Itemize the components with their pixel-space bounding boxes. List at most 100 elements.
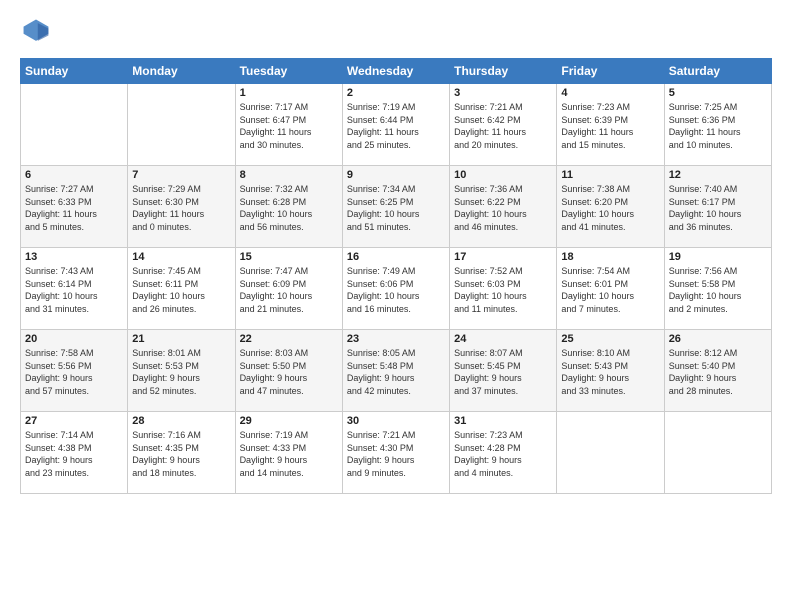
day-info: Sunrise: 8:03 AM Sunset: 5:50 PM Dayligh…	[240, 347, 338, 397]
day-number: 15	[240, 251, 338, 263]
day-number: 19	[669, 251, 767, 263]
calendar-cell: 13 Sunrise: 7:43 AM Sunset: 6:14 PM Dayli…	[21, 248, 128, 330]
calendar-table: SundayMondayTuesdayWednesdayThursdayFrid…	[20, 58, 772, 494]
day-number: 4	[561, 87, 659, 99]
weekday-header-tuesday: Tuesday	[235, 59, 342, 84]
day-number: 12	[669, 169, 767, 181]
calendar-cell: 16Sunrise: 7:49 AM Sunset: 6:06 PM Dayli…	[342, 248, 449, 330]
header	[20, 16, 772, 48]
weekday-header-thursday: Thursday	[450, 59, 557, 84]
day-info: Sunrise: 7:40 AM Sunset: 6:17 PM Dayligh…	[669, 183, 767, 233]
calendar-cell: 5 Sunrise: 7:25 AM Sunset: 6:36 PM Daylig…	[664, 84, 771, 166]
calendar-cell: 27 Sunrise: 7:14 AM Sunset: 4:38 PM Dayli…	[21, 412, 128, 494]
calendar-cell: 2 Sunrise: 7:19 AM Sunset: 6:44 PM Daylig…	[342, 84, 449, 166]
day-number: 16	[347, 251, 445, 263]
day-info: Sunrise: 7:25 AM Sunset: 6:36 PM Dayligh…	[669, 101, 767, 151]
day-info: Sunrise: 7:36 AM Sunset: 6:22 PM Dayligh…	[454, 183, 552, 233]
day-info: Sunrise: 7:56 AM Sunset: 5:58 PM Dayligh…	[669, 265, 767, 315]
day-number: 21	[132, 333, 230, 345]
calendar-week-1: 1 Sunrise: 7:17 AM Sunset: 6:47 PM Daylig…	[21, 84, 772, 166]
calendar-cell: 11Sunrise: 7:38 AM Sunset: 6:20 PM Dayli…	[557, 166, 664, 248]
day-number: 24	[454, 333, 552, 345]
calendar-cell: 12 Sunrise: 7:40 AM Sunset: 6:17 PM Dayli…	[664, 166, 771, 248]
calendar-cell: 20Sunrise: 7:58 AM Sunset: 5:56 PM Dayli…	[21, 330, 128, 412]
calendar-cell	[128, 84, 235, 166]
calendar-cell: 21 Sunrise: 8:01 AM Sunset: 5:53 PM Dayli…	[128, 330, 235, 412]
day-number: 18	[561, 251, 659, 263]
day-info: Sunrise: 7:47 AM Sunset: 6:09 PM Dayligh…	[240, 265, 338, 315]
day-info: Sunrise: 7:45 AM Sunset: 6:11 PM Dayligh…	[132, 265, 230, 315]
day-info: Sunrise: 8:01 AM Sunset: 5:53 PM Dayligh…	[132, 347, 230, 397]
day-number: 26	[669, 333, 767, 345]
weekday-header-saturday: Saturday	[664, 59, 771, 84]
calendar-cell: 24 Sunrise: 8:07 AM Sunset: 5:45 PM Dayli…	[450, 330, 557, 412]
day-info: Sunrise: 7:23 AM Sunset: 6:39 PM Dayligh…	[561, 101, 659, 151]
logo	[20, 16, 56, 48]
day-info: Sunrise: 8:12 AM Sunset: 5:40 PM Dayligh…	[669, 347, 767, 397]
day-number: 8	[240, 169, 338, 181]
day-info: Sunrise: 7:14 AM Sunset: 4:38 PM Dayligh…	[25, 429, 123, 479]
day-number: 2	[347, 87, 445, 99]
day-number: 20	[25, 333, 123, 345]
day-number: 3	[454, 87, 552, 99]
day-number: 11	[561, 169, 659, 181]
day-info: Sunrise: 7:19 AM Sunset: 4:33 PM Dayligh…	[240, 429, 338, 479]
calendar-cell: 31Sunrise: 7:23 AM Sunset: 4:28 PM Dayli…	[450, 412, 557, 494]
day-number: 30	[347, 415, 445, 427]
day-number: 13	[25, 251, 123, 263]
logo-icon	[20, 16, 52, 48]
day-info: Sunrise: 7:52 AM Sunset: 6:03 PM Dayligh…	[454, 265, 552, 315]
calendar-cell: 7Sunrise: 7:29 AM Sunset: 6:30 PM Daylig…	[128, 166, 235, 248]
calendar-cell: 4 Sunrise: 7:23 AM Sunset: 6:39 PM Daylig…	[557, 84, 664, 166]
weekday-header-friday: Friday	[557, 59, 664, 84]
calendar-cell: 22 Sunrise: 8:03 AM Sunset: 5:50 PM Dayli…	[235, 330, 342, 412]
calendar-cell: 19 Sunrise: 7:56 AM Sunset: 5:58 PM Dayli…	[664, 248, 771, 330]
day-number: 28	[132, 415, 230, 427]
calendar-header-row: SundayMondayTuesdayWednesdayThursdayFrid…	[21, 59, 772, 84]
day-number: 1	[240, 87, 338, 99]
day-number: 9	[347, 169, 445, 181]
day-number: 25	[561, 333, 659, 345]
day-info: Sunrise: 7:54 AM Sunset: 6:01 PM Dayligh…	[561, 265, 659, 315]
calendar-cell	[664, 412, 771, 494]
calendar-cell: 14 Sunrise: 7:45 AM Sunset: 6:11 PM Dayli…	[128, 248, 235, 330]
page: SundayMondayTuesdayWednesdayThursdayFrid…	[0, 0, 792, 612]
calendar-cell: 15 Sunrise: 7:47 AM Sunset: 6:09 PM Dayli…	[235, 248, 342, 330]
calendar-cell: 3Sunrise: 7:21 AM Sunset: 6:42 PM Daylig…	[450, 84, 557, 166]
day-number: 5	[669, 87, 767, 99]
calendar-cell: 1 Sunrise: 7:17 AM Sunset: 6:47 PM Daylig…	[235, 84, 342, 166]
day-info: Sunrise: 7:29 AM Sunset: 6:30 PM Dayligh…	[132, 183, 230, 233]
day-info: Sunrise: 8:05 AM Sunset: 5:48 PM Dayligh…	[347, 347, 445, 397]
calendar-cell: 10Sunrise: 7:36 AM Sunset: 6:22 PM Dayli…	[450, 166, 557, 248]
day-info: Sunrise: 7:32 AM Sunset: 6:28 PM Dayligh…	[240, 183, 338, 233]
day-number: 6	[25, 169, 123, 181]
day-info: Sunrise: 7:16 AM Sunset: 4:35 PM Dayligh…	[132, 429, 230, 479]
calendar-cell: 6Sunrise: 7:27 AM Sunset: 6:33 PM Daylig…	[21, 166, 128, 248]
day-info: Sunrise: 7:34 AM Sunset: 6:25 PM Dayligh…	[347, 183, 445, 233]
day-info: Sunrise: 8:10 AM Sunset: 5:43 PM Dayligh…	[561, 347, 659, 397]
weekday-header-wednesday: Wednesday	[342, 59, 449, 84]
weekday-header-monday: Monday	[128, 59, 235, 84]
calendar-cell: 26 Sunrise: 8:12 AM Sunset: 5:40 PM Dayli…	[664, 330, 771, 412]
day-info: Sunrise: 7:19 AM Sunset: 6:44 PM Dayligh…	[347, 101, 445, 151]
calendar-cell: 25 Sunrise: 8:10 AM Sunset: 5:43 PM Dayli…	[557, 330, 664, 412]
day-number: 22	[240, 333, 338, 345]
day-info: Sunrise: 8:07 AM Sunset: 5:45 PM Dayligh…	[454, 347, 552, 397]
day-number: 17	[454, 251, 552, 263]
calendar-cell: 17 Sunrise: 7:52 AM Sunset: 6:03 PM Dayli…	[450, 248, 557, 330]
weekday-header-sunday: Sunday	[21, 59, 128, 84]
day-info: Sunrise: 7:17 AM Sunset: 6:47 PM Dayligh…	[240, 101, 338, 151]
day-number: 14	[132, 251, 230, 263]
day-info: Sunrise: 7:21 AM Sunset: 4:30 PM Dayligh…	[347, 429, 445, 479]
calendar-cell	[21, 84, 128, 166]
day-number: 29	[240, 415, 338, 427]
day-info: Sunrise: 7:23 AM Sunset: 4:28 PM Dayligh…	[454, 429, 552, 479]
day-info: Sunrise: 7:43 AM Sunset: 6:14 PM Dayligh…	[25, 265, 123, 315]
day-number: 27	[25, 415, 123, 427]
calendar-cell	[557, 412, 664, 494]
calendar-cell: 8 Sunrise: 7:32 AM Sunset: 6:28 PM Daylig…	[235, 166, 342, 248]
calendar-week-5: 27 Sunrise: 7:14 AM Sunset: 4:38 PM Dayli…	[21, 412, 772, 494]
calendar-week-4: 20Sunrise: 7:58 AM Sunset: 5:56 PM Dayli…	[21, 330, 772, 412]
day-number: 23	[347, 333, 445, 345]
calendar-cell: 9 Sunrise: 7:34 AM Sunset: 6:25 PM Daylig…	[342, 166, 449, 248]
